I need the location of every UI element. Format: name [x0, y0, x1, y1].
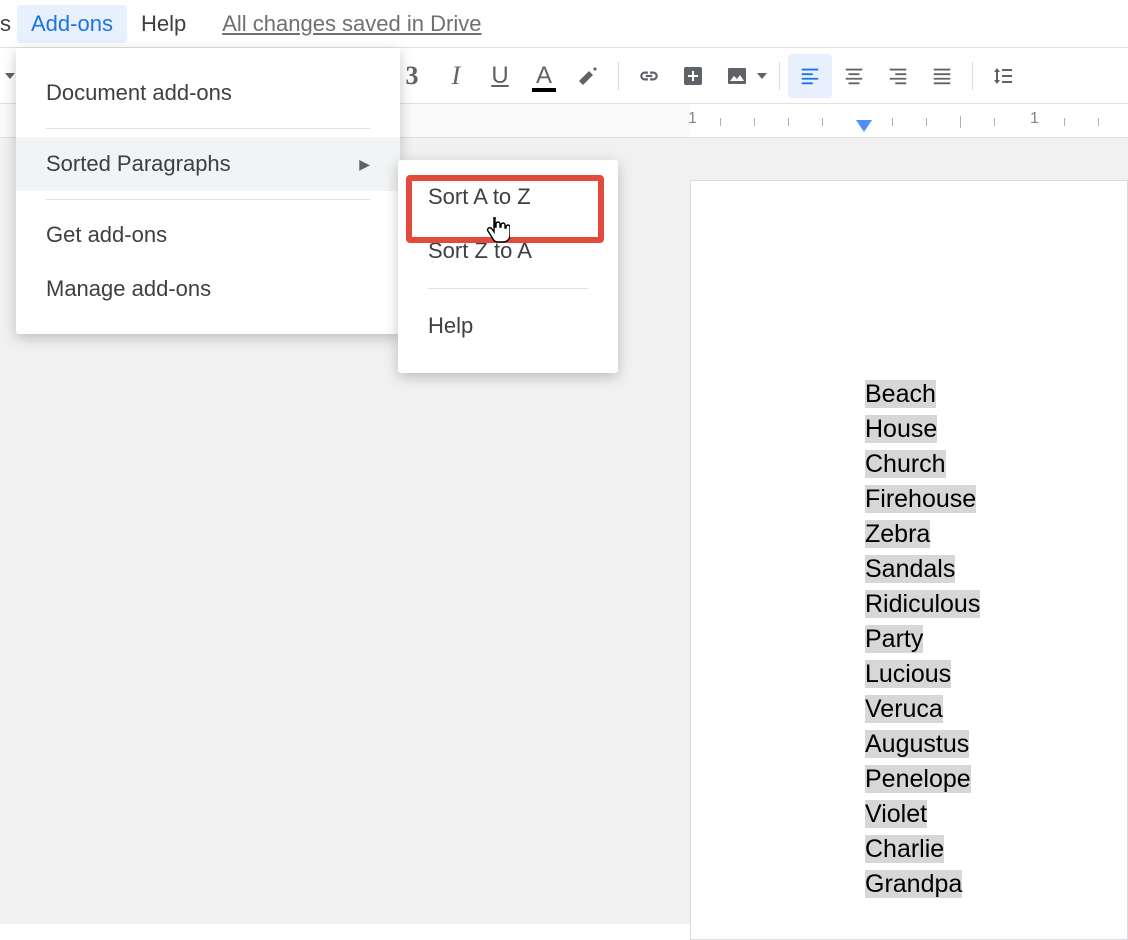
line-spacing-button[interactable] [981, 54, 1025, 98]
image-icon [725, 64, 749, 88]
toolbar-separator [618, 62, 619, 90]
ruler-tick [960, 116, 961, 128]
text-line[interactable]: Church [865, 447, 1127, 482]
text-line[interactable]: Ridiculous [865, 587, 1127, 622]
text-line[interactable]: Sandals [865, 552, 1127, 587]
menu-sort-a-to-z[interactable]: Sort A to Z [398, 170, 618, 224]
ruler-tick [822, 118, 823, 126]
ruler-number: 1 [1030, 110, 1039, 128]
sorted-paragraphs-submenu: Sort A to Z Sort Z to A Help [398, 160, 618, 373]
highlight-color-button[interactable] [566, 54, 610, 98]
text-line[interactable]: Lucious [865, 657, 1127, 692]
align-right-icon [887, 65, 909, 87]
toolbar-separator [779, 62, 780, 90]
text-line[interactable]: Zebra [865, 517, 1127, 552]
ruler-tick [788, 118, 789, 126]
text-line[interactable]: Grandpa [865, 867, 1127, 902]
align-left-button[interactable] [788, 54, 832, 98]
text-line[interactable]: Augustus [865, 727, 1127, 762]
ruler-tick [994, 118, 995, 126]
indent-marker[interactable] [854, 120, 874, 134]
italic-button[interactable]: I [434, 54, 478, 98]
document-page[interactable]: Beach House Church Firehouse Zebra Sanda… [690, 180, 1128, 940]
ruler-tick [926, 118, 927, 126]
menu-divider [428, 288, 588, 289]
text-line[interactable]: Firehouse [865, 482, 1127, 517]
align-center-button[interactable] [832, 54, 876, 98]
save-status[interactable]: All changes saved in Drive [222, 11, 481, 37]
ruler-tick [1098, 118, 1099, 126]
menu-sort-z-to-a[interactable]: Sort Z to A [398, 224, 618, 278]
menu-help[interactable]: Help [127, 5, 200, 43]
ruler-number: 1 [688, 110, 697, 128]
menu-item-truncated[interactable]: s [0, 11, 17, 37]
align-left-icon [799, 65, 821, 87]
menu-manage-addons[interactable]: Manage add-ons [16, 262, 400, 316]
insert-image-dropdown[interactable] [753, 54, 771, 98]
line-spacing-icon [991, 64, 1015, 88]
insert-link-button[interactable] [627, 54, 671, 98]
text-line[interactable]: Violet [865, 797, 1127, 832]
menu-sorted-help[interactable]: Help [398, 299, 618, 353]
text-line[interactable]: Beach [865, 377, 1127, 412]
ruler-tick [1064, 118, 1065, 126]
text-line[interactable]: Penelope [865, 762, 1127, 797]
text-line[interactable]: House [865, 412, 1127, 447]
menu-get-addons[interactable]: Get add-ons [16, 208, 400, 262]
menu-addons[interactable]: Add-ons [17, 5, 127, 43]
ruler-tick [720, 118, 721, 126]
caret-right-icon: ▶ [359, 156, 370, 173]
menu-divider [46, 199, 370, 200]
ruler-page-area [690, 104, 1128, 137]
text-line[interactable]: Veruca [865, 692, 1127, 727]
underline-button[interactable]: U [478, 54, 522, 98]
menu-bar: s Add-ons Help All changes saved in Driv… [0, 0, 1128, 48]
text-line[interactable]: Charlie [865, 832, 1127, 867]
align-center-icon [843, 65, 865, 87]
text-line[interactable]: Party [865, 622, 1127, 657]
highlighter-icon [576, 64, 600, 88]
menu-sorted-paragraphs[interactable]: Sorted Paragraphs ▶ [16, 137, 400, 191]
align-justify-icon [931, 65, 953, 87]
link-icon [636, 63, 662, 89]
insert-comment-button[interactable] [671, 54, 715, 98]
ruler-tick [892, 118, 893, 126]
comment-icon [681, 64, 705, 88]
toolbar-separator [972, 62, 973, 90]
caret-down-icon [757, 73, 767, 79]
ruler-tick [754, 118, 755, 126]
align-justify-button[interactable] [920, 54, 964, 98]
text-color-button[interactable]: A [522, 54, 566, 98]
addons-dropdown: Document add-ons Sorted Paragraphs ▶ Get… [16, 48, 400, 334]
menu-document-addons[interactable]: Document add-ons [16, 66, 400, 120]
menu-divider [46, 128, 370, 129]
align-right-button[interactable] [876, 54, 920, 98]
